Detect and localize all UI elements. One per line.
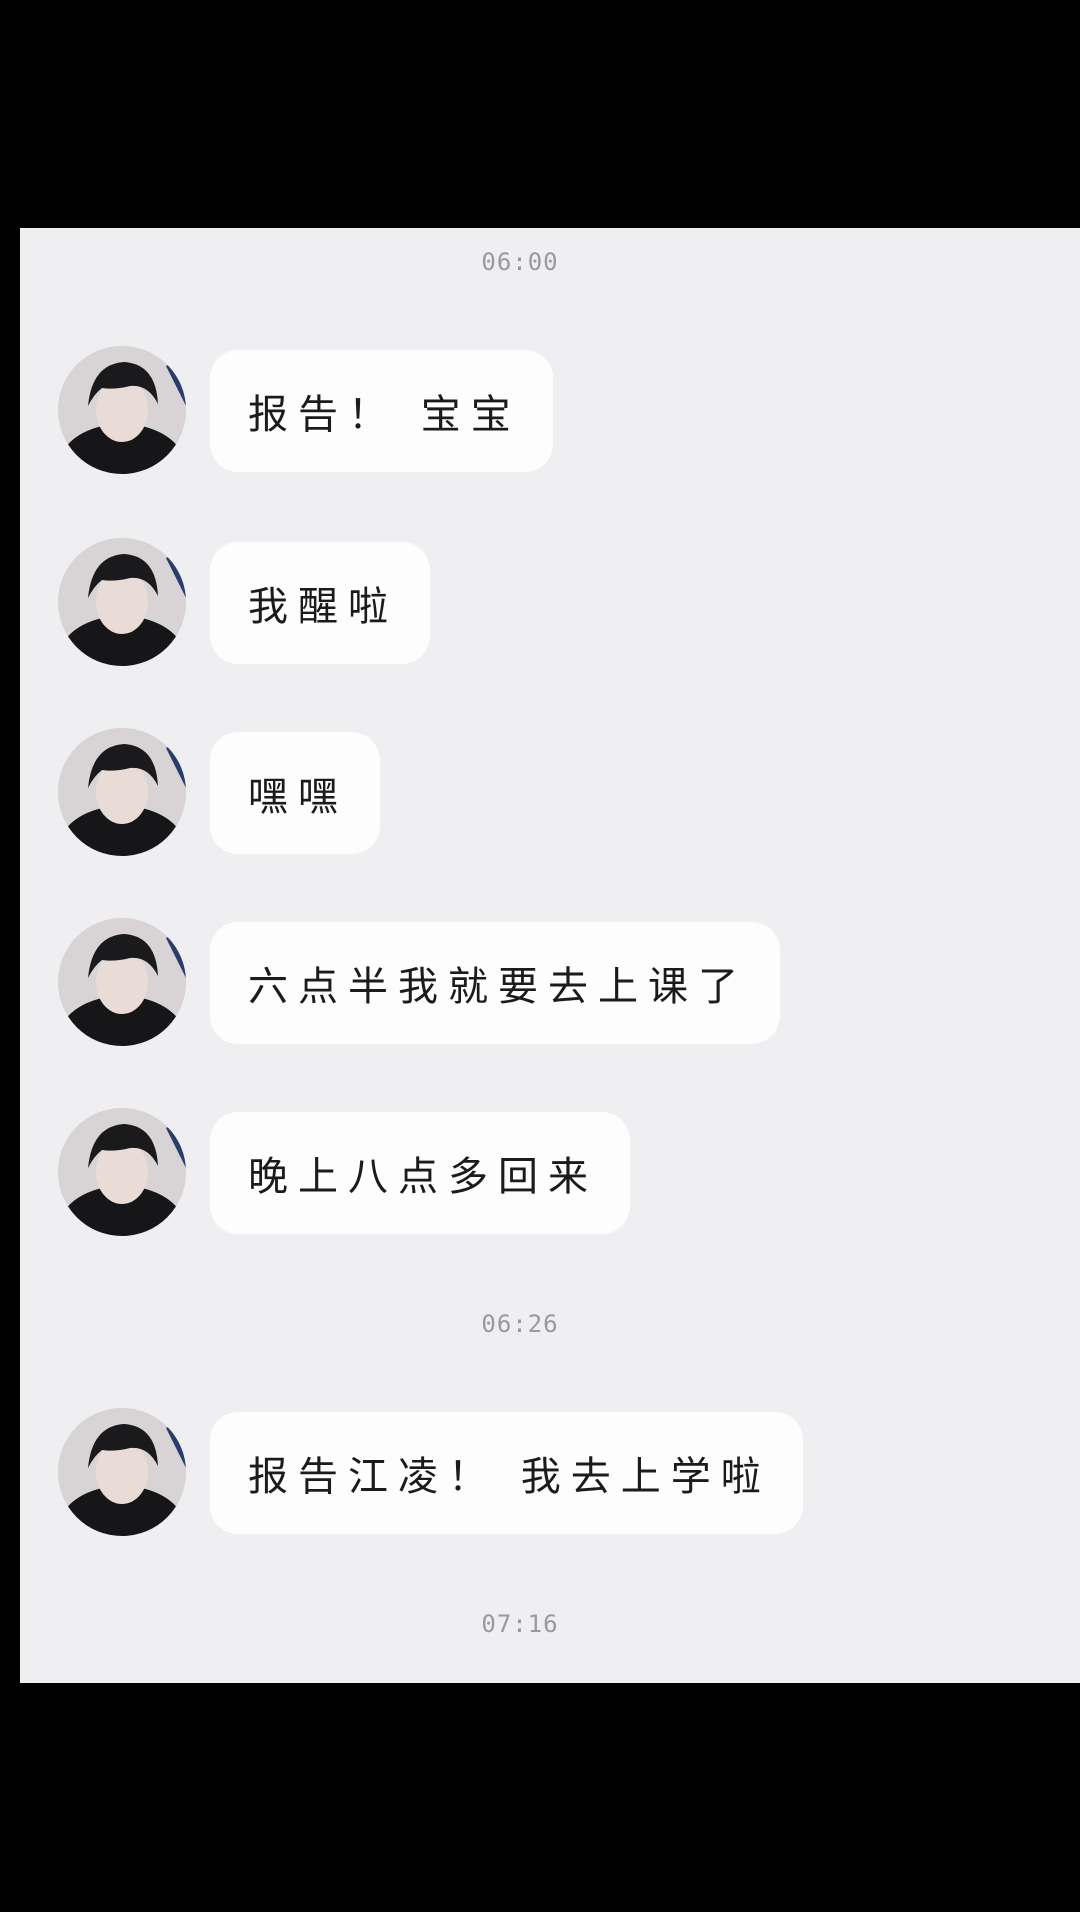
message-row: 我醒啦 xyxy=(20,538,1080,666)
message-bubble[interactable]: 我醒啦 xyxy=(210,542,430,664)
user-avatar-icon[interactable] xyxy=(58,918,186,1046)
message-text: 六点半我就要去上课了 xyxy=(248,964,748,1010)
screen: 06:00 报告！ 宝宝 我醒啦 嘿嘿 六点半我就要去上课了 晚上八点多回来 0… xyxy=(0,0,1080,1912)
user-avatar-icon[interactable] xyxy=(58,728,186,856)
message-text: 晚上八点多回来 xyxy=(248,1154,598,1200)
message-bubble[interactable]: 报告！ 宝宝 xyxy=(210,350,553,472)
message-text: 报告江凌！ 我去上学啦 xyxy=(248,1454,771,1500)
chat-panel[interactable]: 06:00 报告！ 宝宝 我醒啦 嘿嘿 六点半我就要去上课了 晚上八点多回来 0… xyxy=(20,228,1080,1683)
timestamp: 06:00 xyxy=(481,248,559,276)
user-avatar-icon[interactable] xyxy=(58,346,186,474)
user-avatar-icon[interactable] xyxy=(58,1408,186,1536)
message-bubble[interactable]: 晚上八点多回来 xyxy=(210,1112,630,1234)
message-row: 报告江凌！ 我去上学啦 xyxy=(20,1408,1080,1536)
message-bubble[interactable]: 六点半我就要去上课了 xyxy=(210,922,780,1044)
message-text: 嘿嘿 xyxy=(248,774,348,820)
user-avatar-icon[interactable] xyxy=(58,1108,186,1236)
user-avatar-icon[interactable] xyxy=(58,538,186,666)
message-row: 六点半我就要去上课了 xyxy=(20,918,1080,1046)
message-text: 报告！ 宝宝 xyxy=(248,392,521,438)
timestamp: 06:26 xyxy=(481,1310,559,1338)
message-text: 我醒啦 xyxy=(248,584,398,630)
message-row: 嘿嘿 xyxy=(20,728,1080,856)
message-row: 晚上八点多回来 xyxy=(20,1108,1080,1236)
message-row: 报告！ 宝宝 xyxy=(20,346,1080,474)
message-bubble[interactable]: 报告江凌！ 我去上学啦 xyxy=(210,1412,803,1534)
timestamp: 07:16 xyxy=(481,1610,559,1638)
message-bubble[interactable]: 嘿嘿 xyxy=(210,732,380,854)
